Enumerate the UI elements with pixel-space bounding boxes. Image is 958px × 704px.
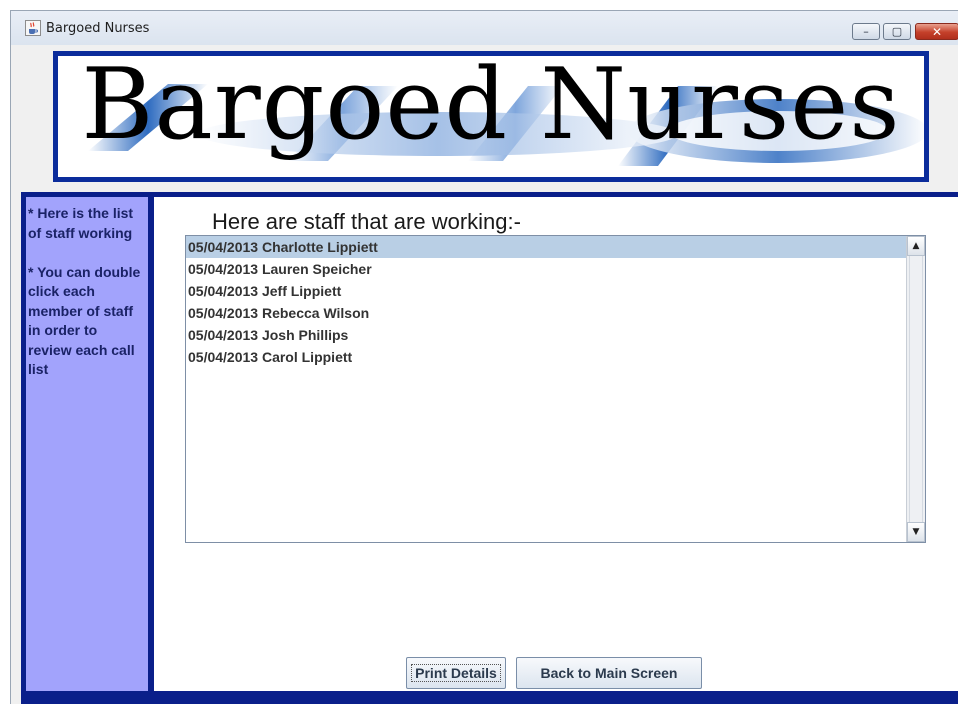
minimize-button[interactable]: – (852, 23, 880, 40)
close-icon: ✕ (931, 24, 943, 39)
print-details-label: Print Details (411, 664, 501, 682)
banner-title: Bargoed Nurses (81, 51, 901, 162)
scroll-track[interactable] (909, 256, 923, 522)
main-frame: * Here is the list of staff working * Yo… (21, 192, 958, 704)
content-panel: Here are staff that are working:- 05/04/… (154, 197, 958, 691)
staff-list-item[interactable]: 05/04/2013 Rebecca Wilson (186, 302, 906, 324)
application-window: Bargoed Nurses – ▢ ✕ Bargoed Nurses * He… (10, 10, 958, 704)
staff-list-item[interactable]: 05/04/2013 Charlotte Lippiett (186, 236, 906, 258)
banner: Bargoed Nurses (53, 51, 929, 182)
staff-list-rows: 05/04/2013 Charlotte Lippiett 05/04/2013 … (186, 236, 906, 368)
staff-list-item[interactable]: 05/04/2013 Lauren Speicher (186, 258, 906, 280)
title-bar[interactable]: Bargoed Nurses – ▢ ✕ (11, 11, 958, 45)
staff-list[interactable]: 05/04/2013 Charlotte Lippiett 05/04/2013 … (185, 235, 926, 543)
arrow-up-icon: ▲ (912, 241, 920, 251)
page-heading: Here are staff that are working:- (212, 209, 521, 234)
help-sidebar: * Here is the list of staff working * Yo… (26, 197, 148, 691)
back-to-main-button[interactable]: Back to Main Screen (516, 657, 702, 689)
window-title: Bargoed Nurses (46, 21, 150, 36)
staff-list-item[interactable]: 05/04/2013 Josh Phillips (186, 324, 906, 346)
staff-list-item[interactable]: 05/04/2013 Jeff Lippiett (186, 280, 906, 302)
help-text: * Here is the list of staff working * Yo… (28, 205, 141, 377)
staff-list-item[interactable]: 05/04/2013 Carol Lippiett (186, 346, 906, 368)
maximize-icon: ▢ (891, 25, 903, 38)
scroll-up-button[interactable]: ▲ (907, 236, 925, 256)
vertical-scrollbar[interactable]: ▲ ▼ (906, 236, 925, 542)
print-details-button[interactable]: Print Details (406, 657, 506, 689)
maximize-button[interactable]: ▢ (883, 23, 911, 40)
close-button[interactable]: ✕ (915, 23, 958, 40)
java-coffee-cup-icon (25, 20, 41, 36)
arrow-down-icon: ▼ (912, 527, 920, 537)
back-to-main-label: Back to Main Screen (540, 665, 678, 681)
minimize-icon: – (863, 25, 869, 38)
scroll-down-button[interactable]: ▼ (907, 522, 925, 542)
